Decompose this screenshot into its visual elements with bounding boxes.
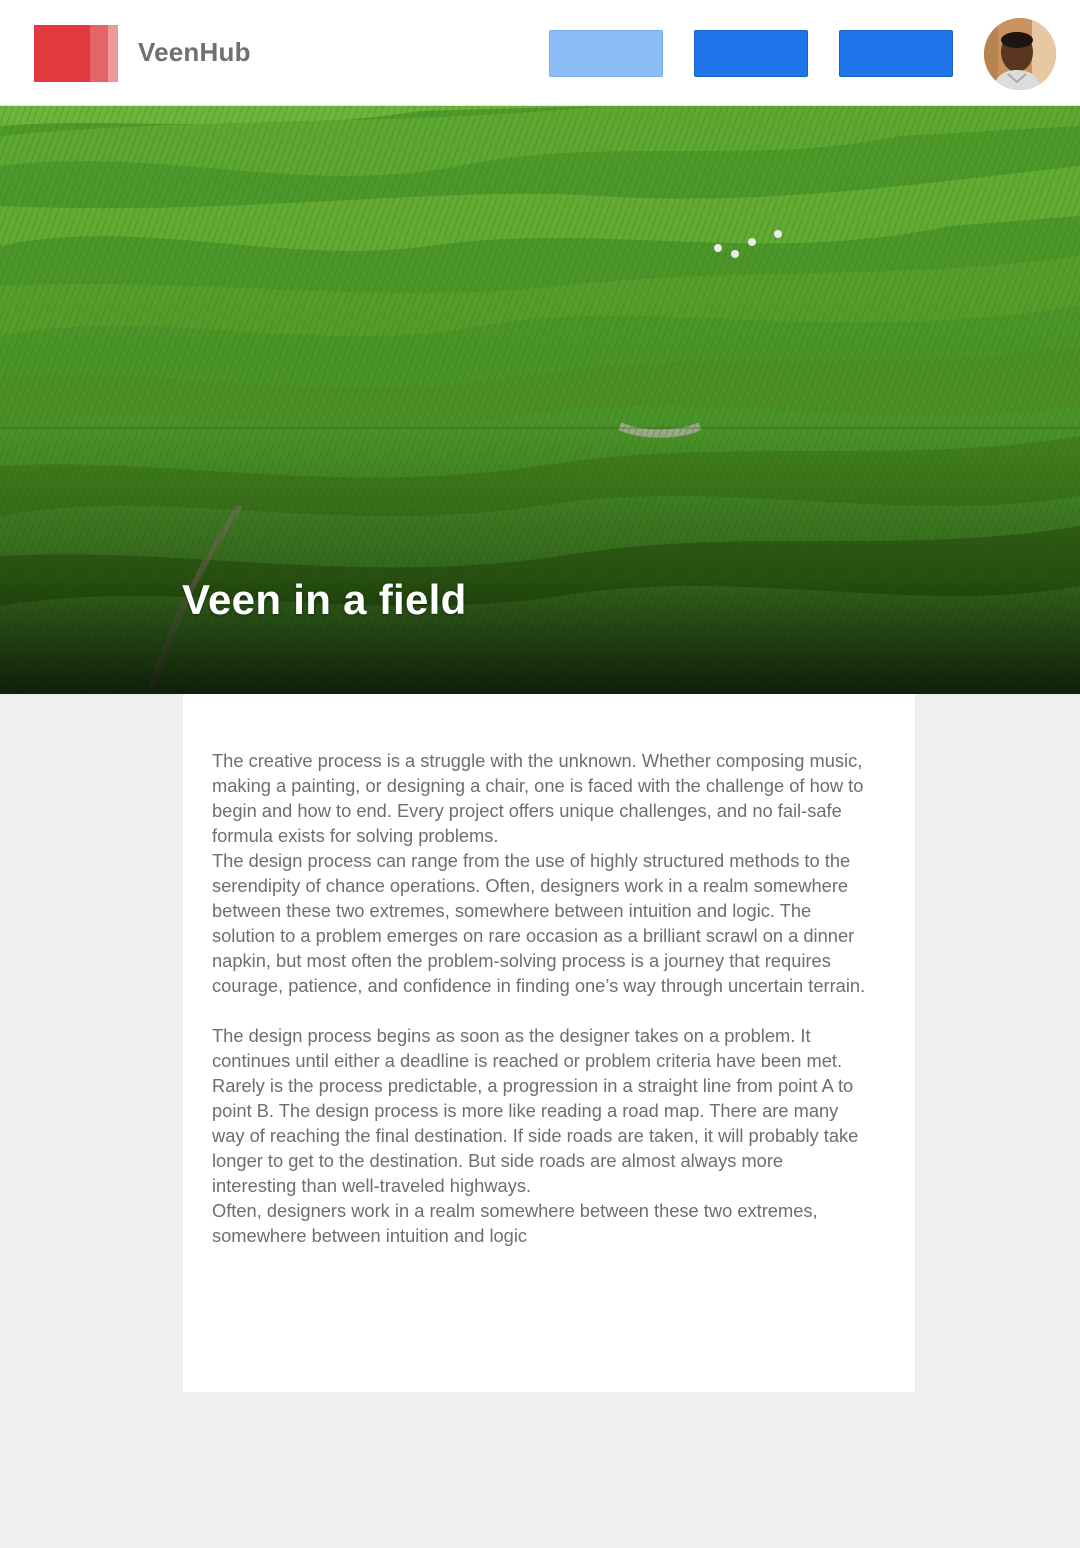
veenhub-logo[interactable] — [34, 25, 118, 82]
article-paragraph-3: The design process begins as soon as the… — [212, 1025, 859, 1196]
hero-title: Veen in a field — [182, 576, 467, 623]
avatar-portrait — [984, 18, 1056, 90]
nav-button-1[interactable] — [549, 30, 663, 77]
logo-block-primary — [34, 25, 90, 82]
brand-name[interactable]: VeenHub — [138, 37, 251, 68]
article-paragraph-2: The design process can range from the us… — [212, 850, 866, 996]
rice-terraces-photo — [0, 106, 1080, 694]
article-paragraph-1: The creative process is a struggle with … — [212, 750, 864, 846]
article-paragraph-4: Often, designers work in a realm somewhe… — [212, 1200, 818, 1246]
logo-block-secondary — [90, 25, 108, 82]
top-navigation-bar: VeenHub — [0, 0, 1080, 106]
logo-block-tertiary — [108, 25, 118, 82]
user-avatar[interactable] — [984, 18, 1056, 90]
nav-button-2[interactable] — [694, 30, 808, 77]
nav-button-3[interactable] — [839, 30, 953, 77]
hero-image-banner: Veen in a field — [0, 106, 1080, 694]
